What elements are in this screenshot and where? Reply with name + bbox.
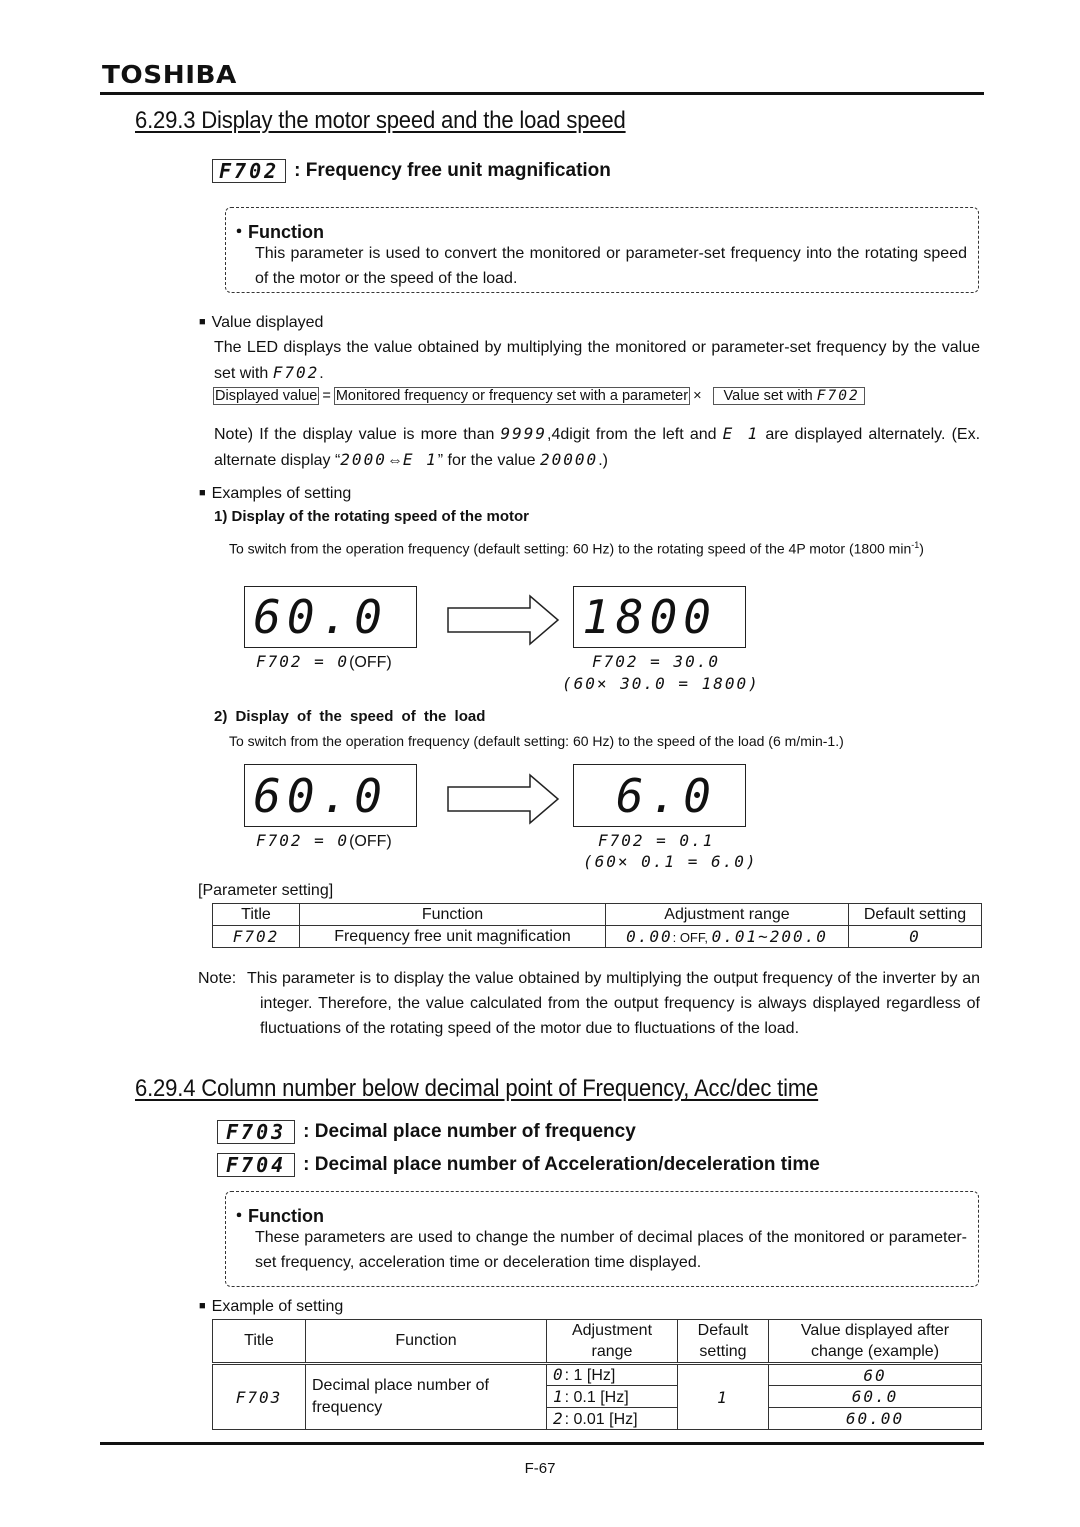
- example-1-desc: To switch from the operation frequency (…: [229, 540, 924, 557]
- caption-before-1: F702 = 0(OFF): [256, 652, 392, 671]
- examples-heading: Examples of setting: [199, 481, 352, 506]
- cell-display: 60.00: [768, 1407, 982, 1430]
- cell-range: 0: 1 [Hz]: [546, 1363, 678, 1386]
- note-text: This parameter is to display the value o…: [247, 970, 980, 1037]
- calc-after-2: (60× 0.1 = 6.0): [583, 852, 758, 871]
- cell-display: 60.0: [768, 1385, 982, 1408]
- param-table: Title Function Adjustment range Default …: [212, 903, 982, 948]
- table-header-row: Title Function Adjustment range Default …: [212, 903, 982, 926]
- example-setting-heading: Example of setting: [199, 1294, 344, 1319]
- param-heading-f703: F703 : Decimal place number of frequency: [217, 1120, 636, 1144]
- param-label: : Frequency free unit magnification: [294, 160, 611, 181]
- lcd-after-1: 1800: [573, 586, 746, 648]
- code-f702-inline: F702: [272, 363, 320, 382]
- param-code-f703: F703: [217, 1120, 296, 1144]
- display-note: Note) If the display value is more than …: [214, 424, 981, 469]
- decimal-table: Title Function Adjustment range Default …: [212, 1319, 982, 1430]
- header-rule: [100, 92, 984, 95]
- lcd-before-1: 60.0: [244, 586, 417, 648]
- cell-title: F703: [212, 1363, 306, 1430]
- example-1-title: 1) Display of the rotating speed of the …: [214, 508, 530, 525]
- section-title-6-29-3: 6.29.3 Display the motor speed and the l…: [135, 107, 626, 134]
- param-table-caption: [Parameter setting]: [198, 882, 334, 899]
- param-code-f702: F702: [212, 159, 287, 183]
- lcd-before-2: 60.0: [244, 764, 417, 827]
- cell-display: 60: [768, 1363, 982, 1386]
- cell-default: 1: [677, 1363, 769, 1430]
- param-heading-f704: F704 : Decimal place number of Accelerat…: [217, 1153, 820, 1177]
- function-text: This parameter is used to convert the mo…: [255, 245, 967, 287]
- page-number: F-67: [524, 1460, 556, 1477]
- table-row: F702 Frequency free unit magnification 0…: [212, 925, 982, 948]
- cell-range: 2: 0.01 [Hz]: [546, 1407, 678, 1430]
- formula: Displayed value = Monitored frequency or…: [213, 387, 865, 405]
- value-displayed-text: The LED displays the value obtained by m…: [214, 339, 980, 382]
- calc-after-1: (60× 30.0 = 1800): [562, 674, 760, 693]
- param-code-f704: F704: [217, 1153, 296, 1177]
- formula-monitored-frequency: Monitored frequency or frequency set wit…: [333, 387, 691, 405]
- table-header-row: Title Function Adjustment range Default …: [212, 1319, 982, 1365]
- section-title-6-29-4: 6.29.4 Column number below decimal point…: [135, 1075, 819, 1102]
- cell-range: 0.00: OFF, 0.01~200.0: [605, 925, 849, 948]
- function-box-1: ・Function This parameter is used to conv…: [225, 207, 979, 293]
- value-displayed-heading: Value displayed: [199, 310, 324, 335]
- lcd-after-2: 6.0: [573, 764, 746, 827]
- cell-function: Frequency free unit magnification: [299, 925, 606, 948]
- example-2-title: 2) Display of the speed of the load: [214, 708, 486, 725]
- formula-value-set: Value set with F702: [712, 387, 865, 405]
- table-row: F703 Decimal place number of frequency 0…: [212, 1363, 982, 1430]
- caption-before-2: F702 = 0(OFF): [256, 831, 392, 850]
- arrow-right-icon: [446, 773, 561, 825]
- caption-after-2: F702 = 0.1: [598, 831, 715, 850]
- param-heading-f702: F702 : Frequency free unit magnification: [212, 159, 611, 183]
- formula-displayed-value: Displayed value: [213, 387, 320, 405]
- example-2-desc: To switch from the operation frequency (…: [229, 733, 844, 749]
- note-label: Note:: [198, 970, 237, 987]
- toshiba-logo: TOSHIBA: [102, 60, 237, 89]
- arrow-right-icon: [446, 594, 561, 646]
- cell-default: 0: [848, 925, 982, 948]
- cell-range: 1: 0.1 [Hz]: [546, 1385, 678, 1408]
- cell-function: Decimal place number of frequency: [305, 1363, 547, 1430]
- cell-title: F702: [212, 925, 300, 948]
- function-text: These parameters are used to change the …: [255, 1229, 967, 1271]
- footer-rule: [100, 1442, 984, 1445]
- function-box-2: ・Function These parameters are used to c…: [225, 1191, 979, 1287]
- caption-after-1: F702 = 30.0: [592, 652, 720, 671]
